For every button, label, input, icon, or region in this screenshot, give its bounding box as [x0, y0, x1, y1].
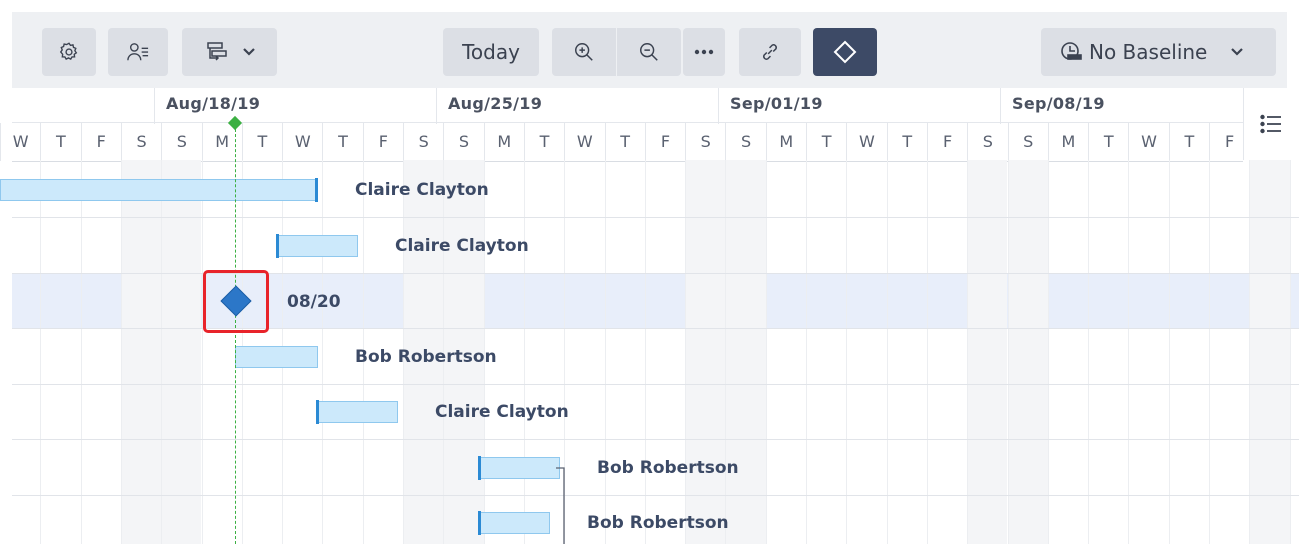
day-cell: S: [967, 123, 1007, 161]
task-hierarchy-icon: [205, 40, 229, 64]
day-header-row: WTFSSMTWTFSSMTWTFSSMTWTFSSMTWTF: [0, 122, 1243, 162]
day-cell: W: [1128, 123, 1168, 161]
day-cell: W: [564, 123, 604, 161]
list-menu-icon[interactable]: [1260, 114, 1282, 139]
day-cell: W: [282, 123, 322, 161]
row-divider: [12, 384, 1299, 385]
week-divider: [154, 88, 155, 124]
day-cell: M: [765, 123, 806, 161]
assign-people-button[interactable]: [108, 28, 168, 76]
week-label: Sep/08/19: [1012, 94, 1105, 113]
day-cell: T: [1088, 123, 1128, 161]
day-cell: F: [80, 123, 121, 161]
zoom-out-icon: [638, 41, 660, 63]
gear-icon: [58, 41, 80, 63]
chevron-down-icon: [242, 48, 255, 56]
zoom-in-button[interactable]: [552, 28, 616, 76]
day-cell: S: [685, 123, 725, 161]
assign-people-icon: [126, 41, 150, 63]
task-bar[interactable]: [479, 512, 550, 534]
task-assignee-label: Bob Robertson: [355, 347, 497, 367]
week-divider: [718, 88, 719, 124]
day-cell: T: [241, 123, 282, 161]
week-divider: [436, 88, 437, 124]
day-cell: W: [0, 123, 40, 161]
milestone-icon: [832, 39, 858, 65]
today-button[interactable]: Today: [443, 28, 539, 76]
milestone-button[interactable]: [813, 28, 877, 76]
day-cell: S: [443, 123, 483, 161]
today-marker-line: [235, 124, 236, 544]
task-assignee-label: Claire Clayton: [355, 180, 489, 200]
task-assignee-label: Claire Clayton: [435, 402, 569, 422]
baseline-label: No Baseline: [1089, 40, 1208, 64]
day-cell: F: [362, 123, 403, 161]
day-cell: S: [725, 123, 765, 161]
row-divider: [12, 217, 1299, 218]
day-cell: S: [120, 123, 161, 161]
task-bar-end[interactable]: [315, 178, 318, 202]
today-label: Today: [462, 40, 520, 64]
row-divider: [12, 439, 1299, 440]
day-cell: T: [322, 123, 362, 161]
chevron-down-icon: [1231, 48, 1244, 56]
zoom-group: [552, 28, 682, 76]
day-cell: M: [1047, 123, 1088, 161]
dependency-connector[interactable]: [555, 460, 569, 544]
task-assignee-label: Claire Clayton: [395, 236, 529, 256]
task-bar[interactable]: [235, 346, 318, 368]
task-bar-start[interactable]: [478, 456, 481, 480]
link-dependency-button[interactable]: [739, 28, 801, 76]
task-bar[interactable]: [0, 179, 317, 201]
highlight-box: [203, 270, 269, 333]
day-cell: T: [886, 123, 927, 161]
baseline-dropdown[interactable]: No Baseline: [1041, 28, 1276, 76]
zoom-out-button[interactable]: [617, 28, 681, 76]
task-hierarchy-dropdown[interactable]: [182, 28, 277, 76]
task-bar[interactable]: [479, 457, 560, 479]
baseline-icon: [1059, 40, 1083, 64]
zoom-in-icon: [573, 41, 595, 63]
milestone-date-label: 08/20: [287, 292, 341, 312]
task-bar-start[interactable]: [316, 400, 319, 424]
day-cell: T: [1168, 123, 1209, 161]
day-cell: T: [40, 123, 80, 161]
day-cell: F: [644, 123, 685, 161]
settings-button[interactable]: [42, 28, 96, 76]
task-assignee-label: Bob Robertson: [587, 513, 729, 533]
day-cell: T: [604, 123, 645, 161]
more-options-button[interactable]: [683, 28, 725, 76]
link-icon: [759, 41, 781, 63]
week-label: Aug/18/19: [166, 94, 261, 113]
column-menu-cell: [1243, 88, 1299, 160]
gantt-grid: [12, 160, 1299, 544]
week-label: Aug/25/19: [448, 94, 543, 113]
task-bar-start[interactable]: [276, 234, 279, 258]
day-cell: T: [523, 123, 564, 161]
task-bar[interactable]: [277, 235, 358, 257]
day-cell: W: [846, 123, 886, 161]
task-bar[interactable]: [317, 401, 398, 423]
gantt-view: Today No Baseline Aug/18/19 Aug/25/19 Se…: [0, 0, 1299, 544]
row-divider: [12, 495, 1299, 496]
day-cell: F: [926, 123, 967, 161]
day-cell: S: [1007, 123, 1048, 161]
more-icon: [694, 49, 714, 55]
week-label: Sep/01/19: [730, 94, 823, 113]
day-cell: S: [403, 123, 443, 161]
task-bar-start[interactable]: [478, 511, 481, 535]
day-cell: M: [483, 123, 524, 161]
day-cell: T: [806, 123, 846, 161]
gantt-toolbar: Today No Baseline: [12, 12, 1287, 88]
task-assignee-label: Bob Robertson: [597, 458, 739, 478]
day-cell: S: [161, 123, 201, 161]
week-divider: [1000, 88, 1001, 124]
